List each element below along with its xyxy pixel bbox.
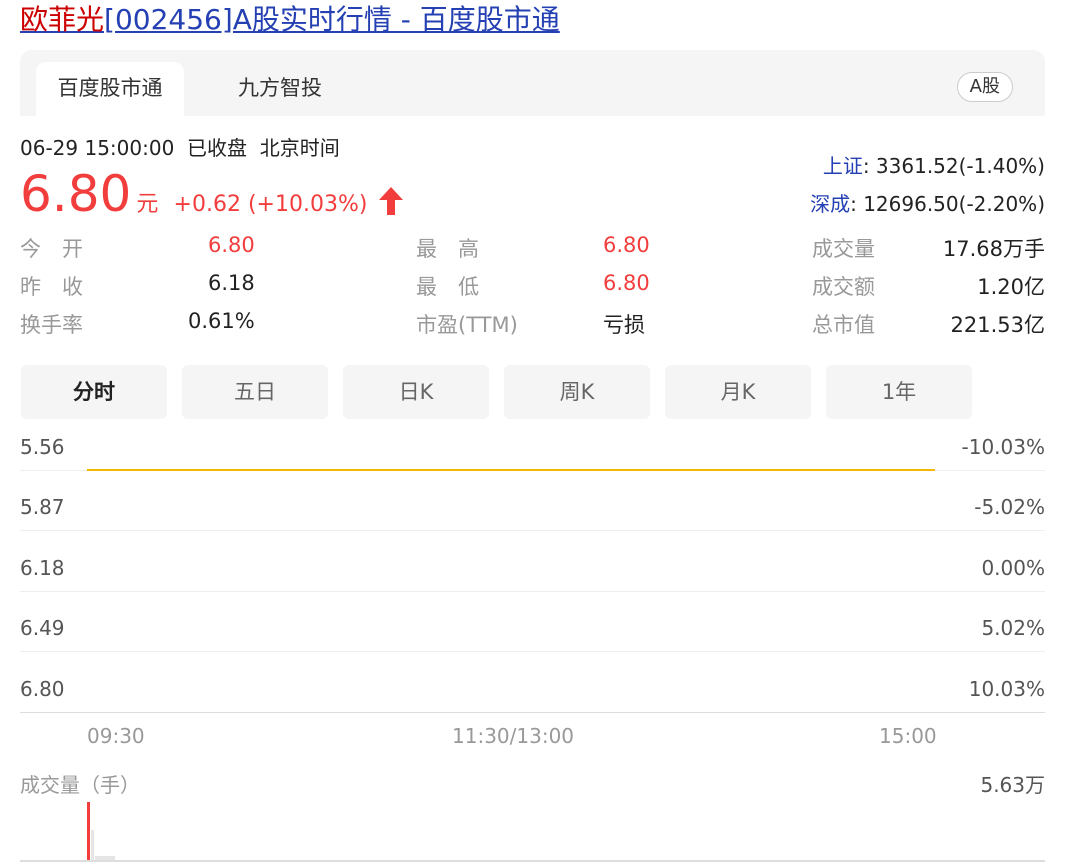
time-tick-label: 09:30 [87,724,145,748]
time-tick-label: 15:00 [879,724,937,748]
volume-bar-open [87,802,90,860]
volume-chart [20,800,1045,862]
volume-baseline [20,860,1045,862]
volume-bar [91,830,94,860]
time-tick-label: 11:30/13:00 [452,724,575,748]
volume-max-label: 5.63万 [980,773,1045,797]
volume-label: 成交量（手） [20,773,140,797]
